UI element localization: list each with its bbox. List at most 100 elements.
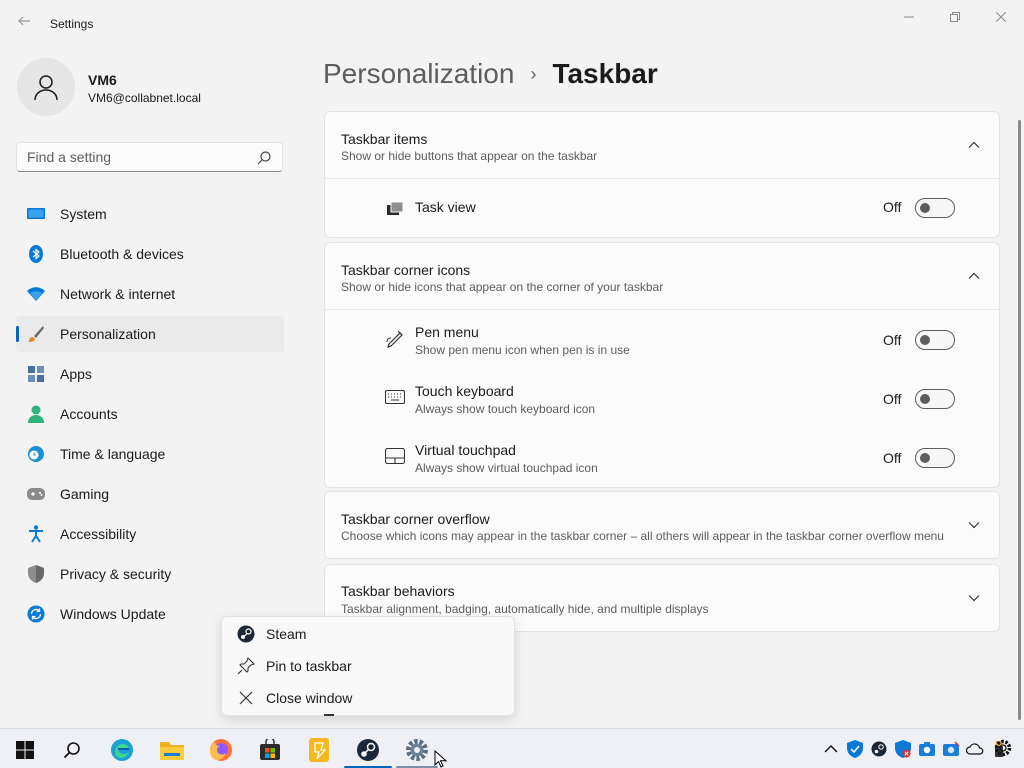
menu-item-close-window[interactable]: Close window — [222, 682, 514, 714]
breadcrumb: Personalization › Taskbar — [323, 58, 658, 90]
corner-overflow-card[interactable]: Taskbar corner overflow Choose which ico… — [324, 491, 1000, 559]
taskbar-firefox[interactable] — [206, 735, 236, 765]
section-title: Taskbar corner icons — [341, 262, 471, 278]
sidebar-item-personalization[interactable]: Personalization — [16, 316, 284, 352]
menu-indicator — [324, 714, 334, 716]
search-icon[interactable] — [256, 150, 272, 166]
task-view-row: Task view Off — [325, 179, 999, 238]
gamepad-icon — [27, 485, 45, 503]
row-subtitle: Always show touch keyboard icon — [415, 402, 596, 416]
keyboard-icon — [385, 387, 405, 407]
section-title: Taskbar corner overflow — [341, 511, 490, 527]
sidebar-item-label: Windows Update — [60, 606, 166, 622]
sidebar-item-accounts[interactable]: Accounts — [16, 396, 284, 432]
tray-onedrive[interactable] — [966, 740, 984, 758]
menu-item-label: Close window — [266, 690, 353, 706]
toggle-state-label: Off — [883, 450, 902, 466]
steam-tray-icon — [871, 741, 887, 757]
camera-icon — [943, 741, 960, 756]
show-hidden-icons-button[interactable] — [822, 740, 840, 758]
maximize-button[interactable] — [933, 6, 977, 28]
row-title: Pen menu — [415, 324, 479, 340]
sidebar-item-time-language[interactable]: Time & language — [16, 436, 284, 472]
row-title: Virtual touchpad — [415, 442, 516, 458]
sidebar-item-label: Privacy & security — [60, 566, 172, 582]
taskbar-edge[interactable] — [107, 735, 137, 765]
minimize-icon — [904, 16, 914, 18]
close-icon — [996, 12, 1006, 22]
corner-overflow-header[interactable]: Taskbar corner overflow Choose which ico… — [325, 492, 999, 558]
onedrive-icon — [966, 743, 984, 755]
touch-keyboard-toggle[interactable] — [915, 389, 955, 409]
tray-steam[interactable] — [870, 740, 888, 758]
close-button[interactable] — [979, 6, 1023, 28]
virtual-touchpad-toggle[interactable] — [915, 448, 955, 468]
sidebar-item-network[interactable]: Network & internet — [16, 276, 284, 312]
menu-item-pin-to-taskbar[interactable]: Pin to taskbar — [222, 650, 514, 682]
pen-menu-row: Pen menu Show pen menu icon when pen is … — [325, 310, 999, 369]
person-icon — [34, 75, 58, 101]
touch-keyboard-row: Touch keyboard Always show touch keyboar… — [325, 369, 999, 428]
touchpad-icon — [385, 446, 405, 466]
tray-security[interactable] — [846, 740, 864, 758]
sidebar-item-apps[interactable]: Apps — [16, 356, 284, 392]
tray-camera[interactable] — [942, 740, 960, 758]
avatar[interactable] — [17, 58, 75, 116]
sidebar-item-gaming[interactable]: Gaming — [16, 476, 284, 512]
back-button[interactable] — [14, 14, 34, 34]
search-input[interactable] — [27, 149, 247, 165]
chevron-up-icon[interactable] — [967, 269, 981, 283]
settings-icon — [406, 739, 428, 761]
sidebar-item-label: Accessibility — [60, 526, 137, 542]
sidebar-item-label: Accounts — [60, 406, 118, 422]
sidebar-item-privacy[interactable]: Privacy & security — [16, 556, 284, 592]
paintbrush-icon — [27, 325, 45, 343]
pen-menu-toggle[interactable] — [915, 330, 955, 350]
chevron-down-icon[interactable] — [967, 518, 981, 532]
taskbar — [0, 728, 1024, 768]
taskbar-search-button[interactable] — [57, 735, 87, 765]
monitor-icon — [27, 205, 45, 223]
sidebar-item-label: Time & language — [60, 446, 166, 462]
section-subtitle: Show or hide buttons that appear on the … — [341, 149, 598, 163]
scrollbar[interactable] — [1018, 120, 1021, 720]
corner-icons-header[interactable]: Taskbar corner icons Show or hide icons … — [325, 243, 999, 309]
pin-icon — [237, 657, 255, 675]
store-icon — [260, 739, 280, 760]
taskbar-steam[interactable] — [353, 735, 383, 765]
shield-icon — [27, 565, 45, 583]
task-view-toggle[interactable] — [915, 198, 955, 218]
sidebar-item-accessibility[interactable]: Accessibility — [16, 516, 284, 552]
menu-item-steam[interactable]: Steam — [222, 618, 514, 650]
sidebar-item-bluetooth[interactable]: Bluetooth & devices — [16, 236, 284, 272]
taskbar-items-card: Taskbar items Show or hide buttons that … — [324, 111, 1000, 238]
breadcrumb-parent[interactable]: Personalization — [323, 58, 514, 90]
firefox-icon — [210, 739, 232, 761]
screenshot-icon — [919, 742, 935, 756]
taskbar-settings[interactable] — [402, 735, 432, 765]
start-button[interactable] — [10, 735, 40, 765]
minimize-button[interactable] — [887, 6, 931, 28]
taskbar-store[interactable] — [255, 735, 285, 765]
toggle-state-label: Off — [883, 391, 902, 407]
tray-defender[interactable] — [894, 740, 912, 758]
tray-screenshot[interactable] — [918, 740, 936, 758]
taskbar-app[interactable] — [304, 735, 334, 765]
user-email: VM6@collabnet.local — [88, 91, 201, 105]
search-box[interactable] — [16, 142, 283, 172]
back-arrow-icon — [18, 16, 30, 26]
taskbar-items-header[interactable]: Taskbar items Show or hide buttons that … — [325, 112, 999, 178]
steam-icon — [357, 739, 379, 761]
close-icon — [237, 689, 255, 707]
user-name: VM6 — [88, 72, 117, 88]
person-icon — [27, 405, 45, 423]
taskbar-context-menu: Steam Pin to taskbar Close window — [221, 616, 515, 716]
chevron-up-icon[interactable] — [967, 138, 981, 152]
row-subtitle: Always show virtual touchpad icon — [415, 461, 598, 475]
virtual-touchpad-row: Virtual touchpad Always show virtual tou… — [325, 428, 999, 487]
taskbar-file-explorer[interactable] — [157, 735, 187, 765]
title-bar: Settings — [0, 0, 1024, 48]
sidebar-item-system[interactable]: System — [16, 196, 284, 232]
tray-settings-gear[interactable] — [994, 739, 1012, 757]
chevron-down-icon[interactable] — [967, 591, 981, 605]
